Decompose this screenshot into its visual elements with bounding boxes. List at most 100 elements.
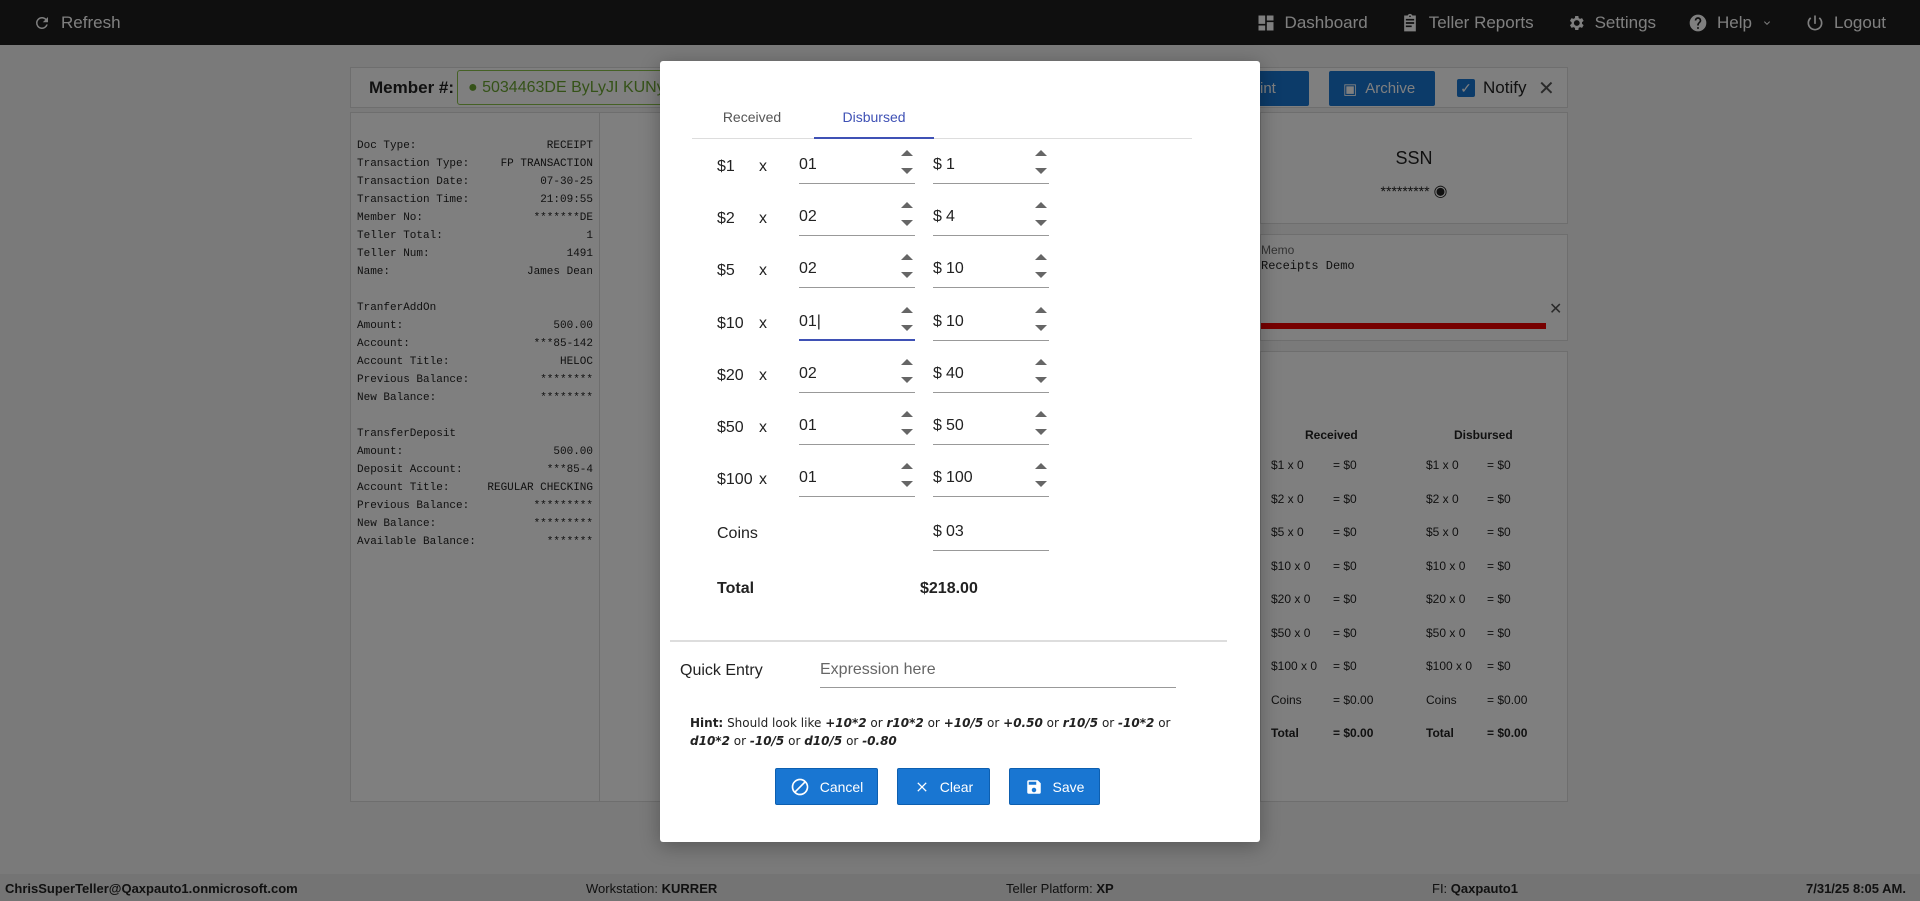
amount-input[interactable]: $100 xyxy=(933,457,1049,498)
count-input[interactable]: 01 xyxy=(799,405,915,445)
quick-entry-input[interactable] xyxy=(820,652,1176,688)
count-spinner[interactable] xyxy=(899,250,915,284)
amount-value: 10 xyxy=(946,312,964,330)
spinner-down-icon[interactable] xyxy=(1035,168,1047,174)
spinner-down-icon[interactable] xyxy=(1035,429,1047,435)
currency-symbol: $ xyxy=(933,312,942,330)
count-input[interactable]: 02 xyxy=(799,196,915,237)
denomination-row: $10 x 01| $10 xyxy=(717,301,1117,341)
spinner-up-icon[interactable] xyxy=(901,306,913,313)
count-value: 01 xyxy=(799,156,817,173)
tab-received[interactable]: Received xyxy=(692,91,812,139)
count-input[interactable]: 01 xyxy=(799,457,915,498)
spinner-up-icon[interactable] xyxy=(901,202,913,209)
spinner-down-icon[interactable] xyxy=(1035,376,1047,383)
amount-spinner[interactable] xyxy=(1033,250,1049,284)
denomination-label: $20 xyxy=(717,366,744,384)
count-input[interactable]: 01| xyxy=(799,301,915,341)
cancel-button[interactable]: Cancel xyxy=(775,768,878,805)
denomination-row: $2 x 02 $4 xyxy=(717,196,1117,237)
total-value: $218.00 xyxy=(920,580,978,597)
spinner-up-icon[interactable] xyxy=(901,358,913,365)
spinner-down-icon[interactable] xyxy=(901,376,913,383)
spinner-up-icon[interactable] xyxy=(1035,358,1047,365)
hint-or: or xyxy=(1158,716,1171,730)
clear-label: Clear xyxy=(939,778,974,795)
count-input[interactable]: 02 xyxy=(799,248,915,289)
count-value: 01 xyxy=(799,469,817,487)
hint-example: r10*2 xyxy=(886,716,924,730)
amount-input[interactable]: $10 xyxy=(933,248,1049,289)
denomination-row: $20 x 02 $40 xyxy=(717,353,1117,393)
count-spinner[interactable] xyxy=(899,407,915,441)
spinner-down-icon[interactable] xyxy=(1035,272,1047,279)
spinner-down-icon[interactable] xyxy=(1035,481,1047,488)
divider xyxy=(670,640,1227,642)
spinner-up-icon[interactable] xyxy=(1035,202,1047,209)
hint-or: or xyxy=(788,734,801,748)
hint-example: +10/5 xyxy=(943,716,984,730)
spinner-up-icon[interactable] xyxy=(901,150,913,156)
denomination-label: $100 xyxy=(717,471,753,489)
denomination-row: $1 x 01 $1 xyxy=(717,144,1117,184)
count-spinner[interactable] xyxy=(899,198,915,232)
denomination-label: $1 xyxy=(717,158,735,175)
count-spinner[interactable] xyxy=(899,146,915,180)
spinner-up-icon[interactable] xyxy=(1035,150,1047,156)
spinner-up-icon[interactable] xyxy=(901,411,913,417)
spinner-down-icon[interactable] xyxy=(901,272,913,279)
amount-spinner[interactable] xyxy=(1033,198,1049,232)
spinner-down-icon[interactable] xyxy=(1035,220,1047,227)
quick-entry-label: Quick Entry xyxy=(680,662,763,679)
denomination-row: $50 x 01 $50 xyxy=(717,405,1117,445)
count-spinner[interactable] xyxy=(899,355,915,389)
denomination-label: $5 xyxy=(717,262,735,280)
spinner-down-icon[interactable] xyxy=(901,220,913,227)
spinner-up-icon[interactable] xyxy=(1035,463,1047,470)
cash-count-dialog: Received Disbursed $1 x 01 $1 $2 x 02 $4 $5 x 02 $1… xyxy=(660,61,1260,842)
count-spinner[interactable] xyxy=(899,303,915,337)
currency-symbol: $ xyxy=(933,208,942,226)
hint-example: r10/5 xyxy=(1062,716,1099,730)
cancel-icon xyxy=(791,778,809,795)
amount-spinner[interactable] xyxy=(1033,459,1049,493)
spinner-down-icon[interactable] xyxy=(901,324,913,331)
amount-input[interactable]: $4 xyxy=(933,196,1049,237)
count-spinner[interactable] xyxy=(899,459,915,493)
currency-symbol: $ xyxy=(933,417,942,434)
spinner-up-icon[interactable] xyxy=(901,463,913,470)
total-label: Total xyxy=(717,580,755,597)
spinner-up-icon[interactable] xyxy=(1035,254,1047,261)
amount-spinner[interactable] xyxy=(1033,146,1049,180)
spinner-down-icon[interactable] xyxy=(901,168,913,174)
count-input[interactable]: 01 xyxy=(799,144,915,184)
spinner-up-icon[interactable] xyxy=(901,254,913,261)
amount-value: 40 xyxy=(946,364,964,382)
spinner-down-icon[interactable] xyxy=(901,429,913,435)
clear-button[interactable]: Clear xyxy=(897,768,990,805)
amount-input[interactable]: $40 xyxy=(933,353,1049,393)
denomination-label: $2 xyxy=(717,210,735,228)
hint-example: -10*2 xyxy=(1118,716,1155,730)
amount-input[interactable]: $1 xyxy=(933,144,1049,184)
coins-row: Coins $ 03 xyxy=(717,511,1117,551)
save-button[interactable]: Save xyxy=(1009,768,1100,805)
spinner-down-icon[interactable] xyxy=(901,481,913,488)
amount-spinner[interactable] xyxy=(1033,355,1049,389)
spinner-down-icon[interactable] xyxy=(1035,324,1047,331)
hint-example: -10/5 xyxy=(749,734,785,748)
amount-spinner[interactable] xyxy=(1033,407,1049,441)
count-input[interactable]: 02 xyxy=(799,353,915,393)
denomination-row: $5 x 02 $10 xyxy=(717,248,1117,289)
coins-amount-input[interactable]: $ 03 xyxy=(933,511,1049,551)
hint-or: or xyxy=(846,734,859,748)
amount-input[interactable]: $50 xyxy=(933,405,1049,445)
currency-symbol: $ xyxy=(933,364,942,382)
hint-example: d10/5 xyxy=(804,734,843,748)
spinner-up-icon[interactable] xyxy=(1035,306,1047,313)
amount-input[interactable]: $10 xyxy=(933,301,1049,341)
amount-spinner[interactable] xyxy=(1033,303,1049,337)
spinner-up-icon[interactable] xyxy=(1035,411,1047,417)
tab-disbursed[interactable]: Disbursed xyxy=(814,91,934,139)
count-value: 02 xyxy=(799,260,817,278)
